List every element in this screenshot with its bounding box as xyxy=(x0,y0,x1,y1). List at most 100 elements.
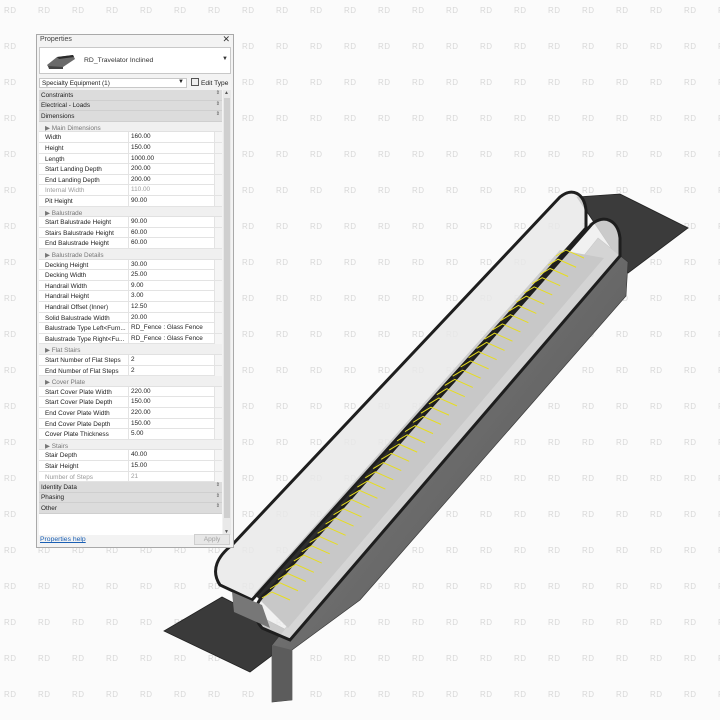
property-value-field[interactable]: 1000.00 xyxy=(128,153,214,164)
property-value-field[interactable]: 200.00 xyxy=(128,174,214,185)
associate-parameter-button[interactable] xyxy=(214,365,222,376)
associate-parameter-button[interactable] xyxy=(214,312,222,323)
property-row[interactable]: End Cover Plate Width 220.00 xyxy=(39,408,222,419)
collapse-arrows-icon[interactable]: ⇕ xyxy=(216,503,220,509)
associate-parameter-button[interactable] xyxy=(214,450,222,461)
property-row[interactable]: Balustrade Type Right<Fu... RD_Fence : Gl… xyxy=(39,333,222,345)
property-row[interactable]: Handrail Offset (Inner) 12.50 xyxy=(39,302,222,313)
edit-type-button[interactable]: Edit Type xyxy=(191,78,228,88)
property-value-field[interactable]: 60.00 xyxy=(128,238,214,249)
property-group-header[interactable]: Identity Data ⇕ xyxy=(39,482,222,493)
associate-parameter-button[interactable] xyxy=(214,280,222,291)
associate-parameter-button[interactable] xyxy=(214,196,222,206)
associate-parameter-button[interactable] xyxy=(214,143,222,153)
collapse-arrows-icon[interactable]: ⇕ xyxy=(216,111,220,117)
property-row[interactable]: Stair Depth 40.00 xyxy=(39,450,222,461)
properties-scrollbar[interactable]: ▲ ▼ xyxy=(223,90,231,535)
apply-button[interactable]: Apply xyxy=(194,534,230,545)
associate-parameter-button[interactable] xyxy=(214,174,222,185)
property-row[interactable]: End Balustrade Height 60.00 xyxy=(39,238,222,249)
property-value-field[interactable]: 150.00 xyxy=(128,418,214,429)
associate-parameter-button[interactable] xyxy=(214,429,222,440)
associate-parameter-button[interactable] xyxy=(214,397,222,408)
property-value-field[interactable]: 160.00 xyxy=(128,132,214,143)
collapse-arrows-icon[interactable]: ⇕ xyxy=(216,493,220,499)
property-value-field[interactable]: 220.00 xyxy=(128,408,214,418)
property-group-header[interactable]: Constraints ⇕ xyxy=(39,90,222,101)
property-group-header[interactable]: Dimensions ⇕ xyxy=(39,111,222,122)
property-row[interactable]: Handrail Width 9.00 xyxy=(39,280,222,292)
property-row[interactable]: Start Balustrade Height 90.00 xyxy=(39,217,222,228)
associate-parameter-button[interactable] xyxy=(214,238,222,249)
collapse-arrows-icon[interactable]: ⇕ xyxy=(216,101,220,107)
property-value-field[interactable]: 90.00 xyxy=(128,217,214,228)
property-row[interactable]: End Number of Flat Steps 2 xyxy=(39,365,222,377)
property-value-field[interactable]: 40.00 xyxy=(128,450,214,461)
scroll-thumb[interactable] xyxy=(224,98,230,518)
associate-parameter-button[interactable] xyxy=(214,302,222,312)
associate-parameter-button[interactable] xyxy=(214,386,222,397)
property-row[interactable]: Stairs Balustrade Height 60.00 xyxy=(39,227,222,239)
associate-parameter-button[interactable] xyxy=(214,185,222,196)
associate-parameter-button[interactable] xyxy=(214,217,222,228)
property-value-field[interactable]: 15.00 xyxy=(128,461,214,471)
associate-parameter-button[interactable] xyxy=(214,259,222,270)
property-row[interactable]: Start Cover Plate Width 220.00 xyxy=(39,386,222,398)
property-value-field[interactable]: 20.00 xyxy=(128,312,214,323)
associate-parameter-button[interactable] xyxy=(214,471,222,482)
property-value-field[interactable]: 2 xyxy=(128,355,214,365)
property-row[interactable]: End Landing Depth 200.00 xyxy=(39,174,222,186)
associate-parameter-button[interactable] xyxy=(214,408,222,418)
associate-parameter-button[interactable] xyxy=(214,227,222,238)
property-value-field[interactable]: 150.00 xyxy=(128,143,214,153)
associate-parameter-button[interactable] xyxy=(214,270,222,281)
associate-parameter-button[interactable] xyxy=(214,418,222,429)
property-value-field[interactable]: 30.00 xyxy=(128,259,214,270)
associate-parameter-button[interactable] xyxy=(214,153,222,164)
property-row[interactable]: Cover Plate Thickness 5.00 xyxy=(39,429,222,440)
property-value-field[interactable]: 60.00 xyxy=(128,227,214,238)
property-value-field[interactable]: 220.00 xyxy=(128,386,214,397)
property-row[interactable]: Height 150.00 xyxy=(39,143,222,154)
associate-parameter-button[interactable] xyxy=(214,461,222,471)
property-value-field[interactable]: 5.00 xyxy=(128,429,214,440)
property-row[interactable]: Decking Width 25.00 xyxy=(39,270,222,281)
property-row[interactable]: Start Cover Plate Depth 150.00 xyxy=(39,397,222,408)
property-value-field[interactable]: RD_Fence : Glass Fence xyxy=(128,323,214,334)
property-value-field[interactable]: 90.00 xyxy=(128,196,214,206)
property-row[interactable]: Decking Height 30.00 xyxy=(39,259,222,271)
property-row[interactable]: Width 160.00 xyxy=(39,132,222,143)
property-row[interactable]: Solid Balustrade Width 20.00 xyxy=(39,312,222,324)
property-value-field[interactable]: 2 xyxy=(128,365,214,376)
property-row[interactable]: Handrail Height 3.00 xyxy=(39,291,222,302)
property-value-field[interactable]: 200.00 xyxy=(128,164,214,175)
chevron-down-icon[interactable]: ▼ xyxy=(222,56,228,62)
property-group-header[interactable]: Phasing ⇕ xyxy=(39,492,222,504)
property-group-header[interactable]: Electrical - Loads ⇕ xyxy=(39,100,222,112)
collapse-arrows-icon[interactable]: ⇕ xyxy=(216,90,220,96)
property-row[interactable]: Pit Height 90.00 xyxy=(39,196,222,207)
associate-parameter-button[interactable] xyxy=(214,323,222,334)
associate-parameter-button[interactable] xyxy=(214,132,222,143)
property-row[interactable]: End Cover Plate Depth 150.00 xyxy=(39,418,222,430)
category-filter-dropdown[interactable]: Specialty Equipment (1) ▼ xyxy=(39,78,187,88)
property-value-field[interactable]: 12.50 xyxy=(128,302,214,312)
type-selector[interactable]: RD_Travelator Inclined ▼ xyxy=(39,47,231,74)
property-value-field[interactable]: 3.00 xyxy=(128,291,214,302)
associate-parameter-button[interactable] xyxy=(214,355,222,365)
scroll-up-icon[interactable]: ▲ xyxy=(224,90,229,96)
property-row[interactable]: Stair Height 15.00 xyxy=(39,461,222,472)
property-value-field[interactable]: 25.00 xyxy=(128,270,214,281)
property-row[interactable]: Start Number of Flat Steps 2 xyxy=(39,355,222,366)
property-value-field[interactable]: 150.00 xyxy=(128,397,214,408)
associate-parameter-button[interactable] xyxy=(214,333,222,344)
property-row[interactable]: Start Landing Depth 200.00 xyxy=(39,164,222,175)
property-value-field[interactable]: RD_Fence : Glass Fence xyxy=(128,333,214,344)
property-row[interactable]: Length 1000.00 xyxy=(39,153,222,165)
property-value-field[interactable]: 9.00 xyxy=(128,280,214,291)
property-group-header[interactable]: Other ⇕ xyxy=(39,503,222,514)
close-icon[interactable]: ✕ xyxy=(222,34,230,45)
property-row[interactable]: Balustrade Type Left<Furn... RD_Fence : G… xyxy=(39,323,222,334)
associate-parameter-button[interactable] xyxy=(214,164,222,175)
collapse-arrows-icon[interactable]: ⇕ xyxy=(216,482,220,488)
